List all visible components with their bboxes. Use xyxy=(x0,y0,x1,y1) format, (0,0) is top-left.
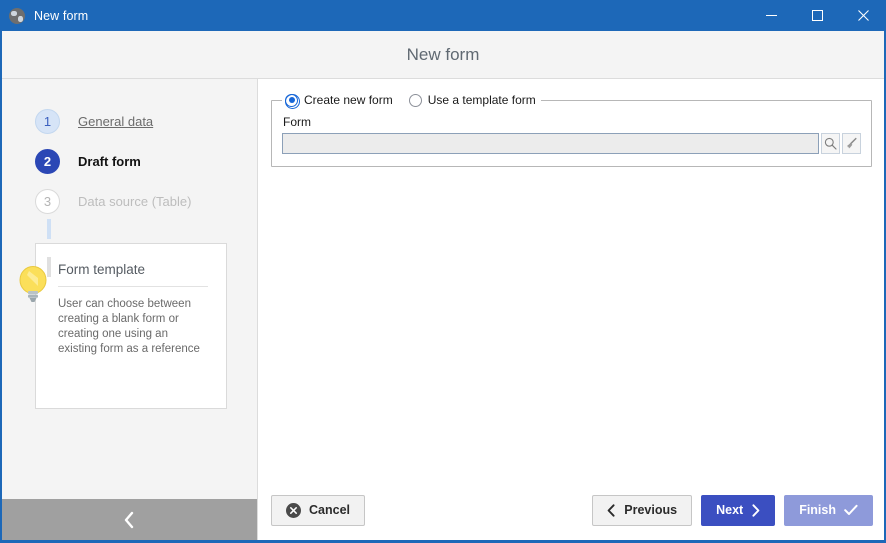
step-connector-1-2 xyxy=(47,219,51,239)
step-number-badge: 2 xyxy=(35,148,60,174)
next-button[interactable]: Next xyxy=(701,494,776,526)
radio-indicator xyxy=(408,93,422,107)
step-label: General data xyxy=(78,113,154,129)
info-card: Form template User can choose between cr… xyxy=(35,243,227,409)
chevron-left-icon xyxy=(124,511,134,528)
previous-button-label: Previous xyxy=(624,503,678,517)
step-label: Draft form xyxy=(78,153,141,169)
finish-button-label: Finish xyxy=(799,503,836,517)
check-icon xyxy=(844,504,858,515)
broom-icon xyxy=(847,137,857,149)
window-controls xyxy=(748,0,884,31)
cancel-button[interactable]: Cancel xyxy=(271,494,365,526)
magnifier-icon xyxy=(824,137,837,150)
info-card-title: Form template xyxy=(58,262,208,287)
dialog-body: 1 General data 2 Draft form 3 Data sourc… xyxy=(2,79,884,540)
info-card-wrapper: Form template User can choose between cr… xyxy=(19,243,227,409)
radio-create-new-form[interactable]: Create new form xyxy=(285,93,393,109)
draft-form-pane: Create new form Use a template form Form xyxy=(258,79,884,480)
chevron-right-icon xyxy=(752,503,760,517)
chevron-left-icon xyxy=(607,503,615,517)
form-search-input[interactable] xyxy=(282,133,819,154)
maximize-button[interactable] xyxy=(794,0,840,31)
sidebar-step-draft-form[interactable]: 2 Draft form xyxy=(2,141,257,181)
radio-label: Use a template form xyxy=(427,93,536,107)
circle-x-icon xyxy=(286,502,301,518)
radio-indicator xyxy=(285,93,300,109)
close-button[interactable] xyxy=(840,0,884,31)
step-number-badge: 1 xyxy=(35,108,60,134)
page-title: New form xyxy=(406,44,480,64)
step-label: Data source (Table) xyxy=(78,193,192,209)
footer-nav-buttons: Previous Next Finish xyxy=(592,494,873,526)
radio-use-template-form[interactable]: Use a template form xyxy=(408,93,536,107)
cancel-button-label: Cancel xyxy=(309,503,350,517)
step-number-badge: 3 xyxy=(35,188,60,214)
form-source-fieldset: Create new form Use a template form Form xyxy=(271,93,872,167)
form-search-button[interactable] xyxy=(821,133,840,154)
finish-button[interactable]: Finish xyxy=(784,494,873,526)
form-field-label: Form xyxy=(283,115,311,129)
radio-label: Create new form xyxy=(304,93,393,107)
form-clear-button[interactable] xyxy=(842,133,861,154)
titlebar-title: New form xyxy=(34,8,89,23)
next-button-label: Next xyxy=(716,503,744,517)
info-card-text: User can choose between creating a blank… xyxy=(58,298,200,355)
sidebar-step-data-source[interactable]: 3 Data source (Table) xyxy=(2,181,257,221)
wizard-content: Create new form Use a template form Form xyxy=(258,79,884,540)
wizard-sidebar: 1 General data 2 Draft form 3 Data sourc… xyxy=(2,79,258,540)
dialog-footer: Cancel Previous Next Finish xyxy=(258,480,884,540)
sidebar-step-general-data[interactable]: 1 General data xyxy=(2,101,257,141)
form-source-legend: Create new form Use a template form xyxy=(282,93,541,109)
globe-icon xyxy=(9,7,25,24)
lightbulb-icon xyxy=(19,266,47,302)
sidebar-collapse-button[interactable] xyxy=(2,499,257,540)
dialog-header: New form xyxy=(2,31,884,79)
minimize-button[interactable] xyxy=(748,0,794,31)
new-form-dialog-window: New form New form 1 General data 2 Draft… xyxy=(0,0,886,543)
form-field-row xyxy=(282,133,861,154)
titlebar: New form xyxy=(2,0,884,31)
wizard-stepper: 1 General data 2 Draft form 3 Data sourc… xyxy=(2,79,257,221)
previous-button[interactable]: Previous xyxy=(592,494,693,526)
